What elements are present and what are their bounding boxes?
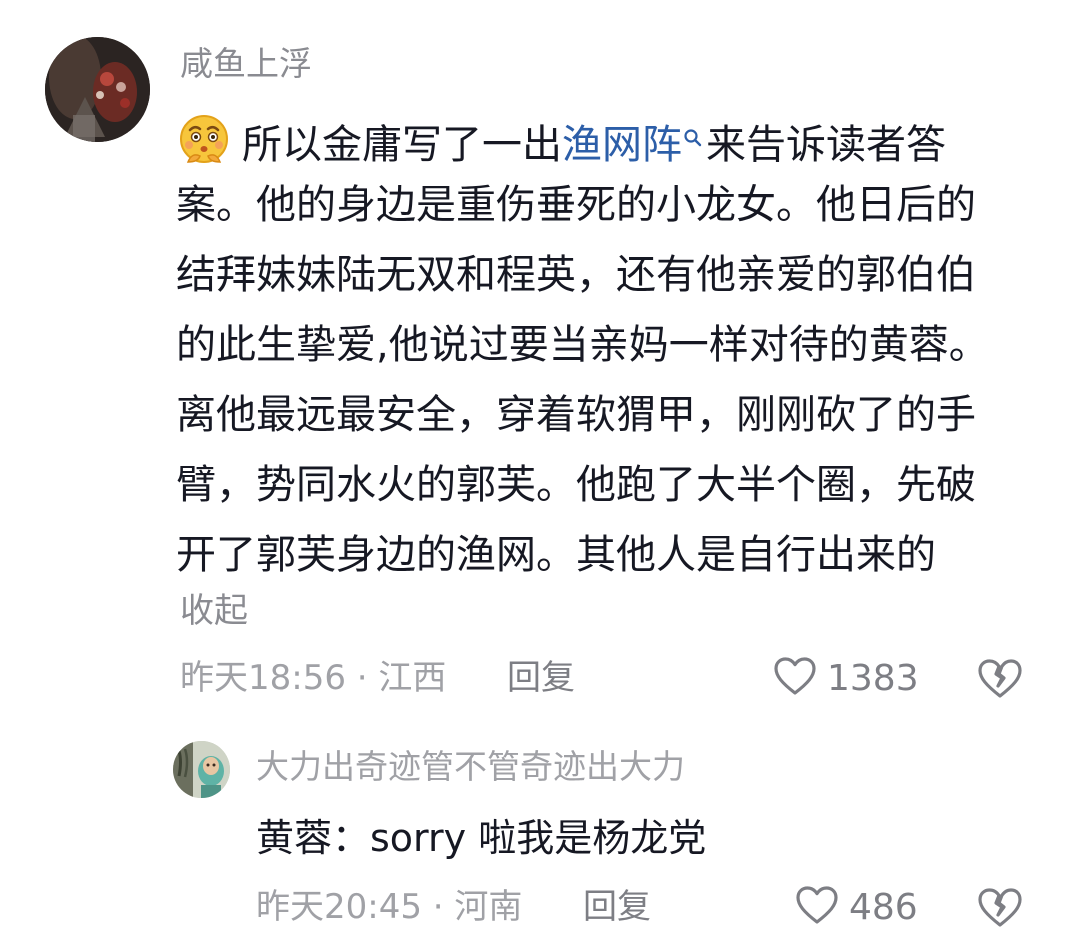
comment-text-segment: 所以金庸写了一出 — [242, 122, 562, 168]
username[interactable]: 咸鱼上浮 — [180, 42, 312, 86]
heart-outline-icon — [773, 656, 817, 700]
reply-avatar[interactable] — [173, 741, 230, 798]
avatar-image — [173, 741, 230, 798]
collapse-button[interactable]: 收起 — [180, 588, 248, 634]
broken-heart-icon — [976, 888, 1024, 932]
heart-outline-icon — [795, 885, 839, 929]
comment-text-segment: 来告诉读者答 — [706, 122, 946, 168]
reply-username[interactable]: 大力出奇迹管不管奇迹出大力 — [256, 745, 685, 789]
comment-line: 案。他的身边是重伤垂死的小龙女。他日后的 — [176, 182, 976, 228]
avatar-image — [45, 37, 150, 142]
avatar[interactable] — [45, 37, 150, 142]
reply-like-count: 486 — [849, 886, 918, 928]
like-count: 1383 — [827, 657, 919, 699]
keyword-link[interactable]: 渔网阵 — [562, 122, 682, 168]
reply-text: 黄蓉：sorry 啦我是杨龙党 — [256, 816, 707, 860]
like-button[interactable]: 1383 — [773, 655, 919, 701]
dislike-button[interactable] — [976, 657, 1024, 703]
comment-meta: 昨天18:56 · 江西 — [180, 658, 447, 698]
reply-reply-button[interactable]: 回复 — [583, 884, 651, 930]
comment-text: 所以金庸写了一出渔网阵 来告诉读者答 案。他的身边是重伤垂死的小龙女。他日后的 … — [176, 100, 1046, 590]
reply-like-button[interactable]: 486 — [795, 884, 918, 930]
search-icon[interactable] — [683, 100, 703, 170]
broken-heart-icon — [976, 659, 1024, 703]
reply-dislike-button[interactable] — [976, 886, 1024, 932]
comment-line: 所以金庸写了一出渔网阵 来告诉读者答 — [176, 100, 1046, 170]
comment-line: 开了郭芙身边的渔网。其他人是自行出来的 — [176, 532, 936, 578]
comment-line: 臂，势同水火的郭芙。他跑了大半个圈，先破 — [176, 462, 976, 508]
reply-button[interactable]: 回复 — [507, 655, 575, 701]
comment-line: 结拜妹妹陆无双和程英，还有他亲爱的郭伯伯 — [176, 252, 976, 298]
reply-meta: 昨天20:45 · 河南 — [256, 887, 523, 927]
comment-line: 离他最远最安全，穿着软猬甲，刚刚砍了的手 — [176, 392, 976, 438]
comment-line: 的此生挚爱,他说过要当亲妈一样对待的黄蓉。 — [176, 322, 989, 368]
